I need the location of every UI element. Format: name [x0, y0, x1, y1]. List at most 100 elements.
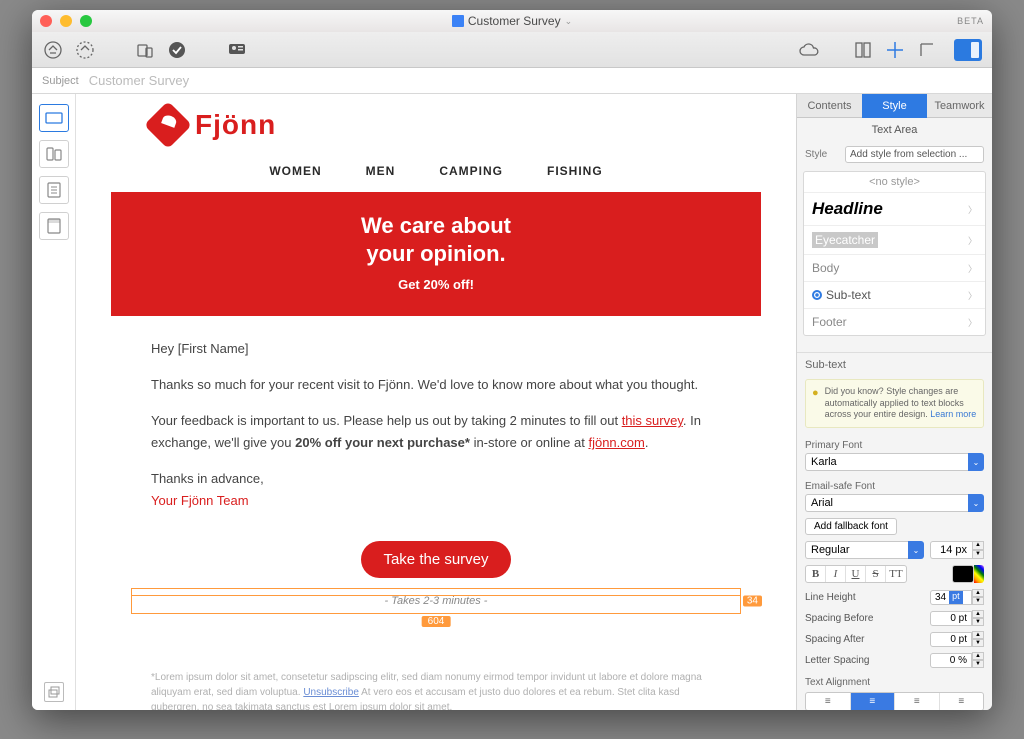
font-weight-select[interactable]: Regular⌄ [805, 541, 924, 559]
cloud-icon[interactable] [798, 39, 820, 61]
stepper-icon[interactable]: ▲▼ [972, 610, 984, 626]
style-item-body[interactable]: Body〉 [804, 255, 985, 282]
cta-button[interactable]: Take the survey [361, 541, 510, 578]
unsubscribe-link[interactable]: Unsubscribe [303, 687, 359, 698]
hero-subtext: Get 20% off! [121, 277, 751, 292]
style-selector[interactable]: Add style from selection ... [845, 146, 984, 163]
style-item-headline[interactable]: Headline〉 [804, 193, 985, 226]
chevron-right-icon: 〉 [968, 316, 977, 329]
emailsafe-font-select[interactable]: Arial⌄ [805, 494, 984, 512]
style-item-eyecatcher[interactable]: Eyecatcher〉 [804, 226, 985, 255]
greeting-text: Hey [First Name] [151, 338, 721, 360]
nav-item[interactable]: FISHING [547, 164, 603, 178]
spacing-before-input[interactable]: 0 pt [930, 611, 972, 626]
line-height-label: Line Height [805, 592, 930, 603]
learn-more-link[interactable]: Learn more [930, 409, 976, 419]
toolbar-left [42, 39, 248, 61]
nav-item[interactable]: MEN [366, 164, 396, 178]
text-view-button[interactable] [39, 176, 69, 204]
layout-2-icon[interactable] [884, 39, 906, 61]
email-nav: WOMEN MEN CAMPING FISHING [111, 150, 761, 192]
site-link[interactable]: fjönn.com [588, 435, 644, 450]
tab-contents[interactable]: Contents [797, 94, 862, 118]
italic-button[interactable]: I [826, 566, 846, 582]
text-color-swatch[interactable] [952, 565, 974, 583]
inspector-tabs: Contents Style Teamwork [797, 94, 992, 118]
strike-button[interactable]: S [866, 566, 886, 582]
send-test-icon[interactable] [42, 39, 64, 61]
chevron-down-icon: ⌄ [908, 541, 924, 559]
tab-style[interactable]: Style [862, 94, 927, 118]
stepper-icon[interactable]: ▲▼ [972, 589, 984, 605]
align-center-button[interactable]: ≡ [851, 693, 896, 710]
nav-item[interactable]: CAMPING [439, 164, 503, 178]
case-button[interactable]: TT [886, 566, 906, 582]
stepper-icon[interactable]: ▲▼ [972, 631, 984, 647]
height-badge: 34 [743, 595, 762, 606]
send-icon[interactable] [74, 39, 96, 61]
primary-font-label: Primary Font [797, 436, 992, 453]
letter-spacing-input[interactable]: 0 % [930, 653, 972, 668]
check-icon[interactable] [166, 39, 188, 61]
align-left-button[interactable]: ≡ [806, 693, 851, 710]
body-paragraph: Your feedback is important to us. Please… [151, 410, 721, 454]
style-item-subtext[interactable]: Sub-text〉 [804, 282, 985, 309]
signature: Your Fjönn Team [151, 493, 249, 508]
chevron-right-icon: 〉 [968, 289, 977, 302]
cta-wrap: Take the survey [111, 541, 761, 578]
toolbar [32, 32, 992, 68]
line-height-input[interactable]: 34pt [930, 590, 972, 605]
subject-input[interactable]: Customer Survey [89, 73, 982, 88]
emailsafe-font-label: Email-safe Font [797, 477, 992, 494]
subject-label: Subject [42, 75, 79, 87]
primary-font-select[interactable]: Karla⌄ [805, 453, 984, 471]
add-fallback-button[interactable]: Add fallback font [805, 518, 897, 535]
desktop-view-button[interactable] [39, 104, 69, 132]
selected-block[interactable]: - Takes 2-3 minutes - 604 34 [131, 588, 741, 614]
nav-item[interactable]: WOMEN [269, 164, 321, 178]
chevron-down-icon: ⌄ [968, 494, 984, 512]
inspector-toggle[interactable] [954, 39, 982, 61]
structure-view-button[interactable] [39, 212, 69, 240]
footer-text[interactable]: *Lorem ipsum dolor sit amet, consetetur … [111, 614, 761, 710]
app-window: Customer Survey ⌄ BETA Subject Customer … [32, 10, 992, 710]
tip-box: ● Did you know? Style changes are automa… [805, 379, 984, 428]
chevron-right-icon: 〉 [968, 203, 977, 216]
spacing-after-input[interactable]: 0 pt [930, 632, 972, 647]
hero-block[interactable]: We care aboutyour opinion. Get 20% off! [111, 192, 761, 316]
style-list: <no style> Headline〉 Eyecatcher〉 Body〉 S… [803, 171, 986, 336]
body-paragraph: Thanks in advance,Your Fjönn Team [151, 468, 721, 512]
canvas[interactable]: Fjönn WOMEN MEN CAMPING FISHING We care … [76, 94, 796, 710]
layout-3-icon[interactable] [916, 39, 938, 61]
brand-logo-icon [144, 101, 192, 149]
stepper-icon[interactable]: ▲▼ [972, 652, 984, 668]
document-icon [452, 15, 464, 27]
inspector-scroll[interactable]: Text Area Style Add style from selection… [797, 118, 992, 710]
style-item-none[interactable]: <no style> [804, 172, 985, 193]
chevron-down-icon: ⌄ [968, 453, 984, 471]
font-size-input[interactable]: 14 px▲▼ [930, 541, 984, 559]
chevron-down-icon[interactable]: ⌄ [565, 16, 573, 27]
style-item-footer[interactable]: Footer〉 [804, 309, 985, 335]
text-format-buttons: B I U S TT [805, 565, 907, 583]
chevron-right-icon: 〉 [968, 262, 977, 275]
subsection-header: Sub-text [797, 352, 992, 375]
email-design: Fjönn WOMEN MEN CAMPING FISHING We care … [111, 94, 761, 710]
brand-header: Fjönn [111, 94, 761, 150]
underline-button[interactable]: U [846, 566, 866, 582]
recipients-icon[interactable] [226, 39, 248, 61]
align-right-button[interactable]: ≡ [895, 693, 940, 710]
text-align-buttons: ≡ ≡ ≡ ≡ [805, 692, 984, 710]
layout-1-icon[interactable] [852, 39, 874, 61]
align-justify-button[interactable]: ≡ [940, 693, 984, 710]
layers-icon[interactable] [44, 682, 64, 702]
bold-button[interactable]: B [806, 566, 826, 582]
device-preview-icon[interactable] [134, 39, 156, 61]
radio-selected-icon [812, 290, 822, 300]
survey-link[interactable]: this survey [622, 413, 683, 428]
body-content[interactable]: Hey [First Name] Thanks so much for your… [111, 316, 761, 535]
mobile-view-button[interactable] [39, 140, 69, 168]
tab-teamwork[interactable]: Teamwork [927, 94, 992, 118]
color-picker-icon[interactable] [974, 565, 984, 583]
stepper-icon[interactable]: ▲▼ [972, 541, 984, 559]
